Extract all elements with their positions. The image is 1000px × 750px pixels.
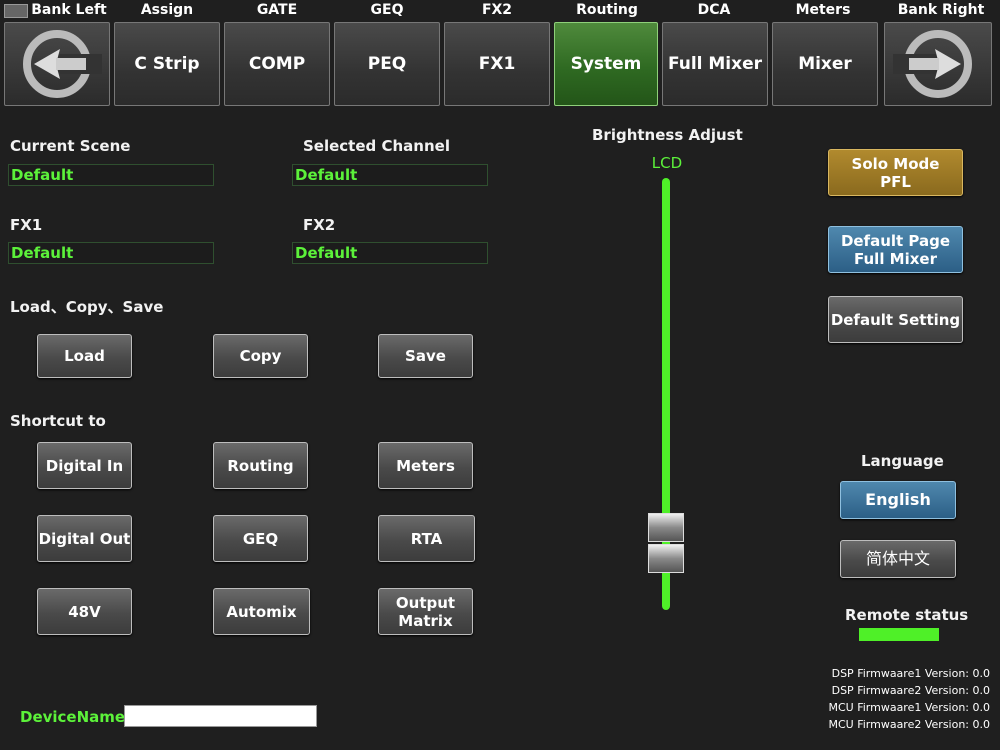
nav-label-gate: GATE: [256, 2, 298, 18]
shortcut-automix-button[interactable]: Automix: [213, 588, 310, 635]
solo-mode-button[interactable]: Solo Mode PFL: [828, 149, 963, 196]
tab-mixer[interactable]: Mixer: [772, 22, 878, 106]
brightness-title: Brightness Adjust: [592, 126, 743, 144]
shortcut-digital-out-button[interactable]: Digital Out: [37, 515, 132, 562]
default-page-line1: Default Page: [840, 231, 951, 250]
nav-label-fx2: FX2: [481, 2, 513, 18]
shortcut-48v-button[interactable]: 48V: [37, 588, 132, 635]
current-scene-label: Current Scene: [10, 137, 131, 155]
solo-mode-line2: PFL: [880, 172, 911, 191]
save-button[interactable]: Save: [378, 334, 473, 378]
shortcut-rta-button[interactable]: RTA: [378, 515, 475, 562]
load-button[interactable]: Load: [37, 334, 132, 378]
nav-label-routing: Routing: [576, 2, 638, 18]
tab-c-strip[interactable]: C Strip: [114, 22, 220, 106]
firmware-dsp2: DSP Firmwaare2 Version: 0.0: [831, 684, 990, 697]
nav-label-dca: DCA: [697, 2, 731, 18]
language-chinese-button[interactable]: 简体中文: [840, 540, 956, 578]
tab-system[interactable]: System: [554, 22, 658, 106]
shortcut-routing-button[interactable]: Routing: [213, 442, 308, 489]
bank-right-icon: [893, 30, 972, 98]
firmware-dsp1: DSP Firmwaare1 Version: 0.0: [831, 667, 990, 680]
default-setting-button[interactable]: Default Setting: [828, 296, 963, 343]
current-scene-field: Default: [8, 164, 214, 186]
default-page-line2: Full Mixer: [854, 249, 937, 268]
nav-label-geq: GEQ: [370, 2, 404, 18]
device-name-label: DeviceName: [20, 708, 126, 726]
selected-channel-field: Default: [292, 164, 488, 186]
default-page-button[interactable]: Default Page Full Mixer: [828, 226, 963, 273]
language-title: Language: [861, 452, 944, 470]
nav-label-bank-right: Bank Right: [897, 2, 985, 18]
fx2-field: Default: [292, 242, 488, 264]
tab-fx1[interactable]: FX1: [444, 22, 550, 106]
shortcut-output-matrix-button[interactable]: Output Matrix: [378, 588, 473, 635]
nav-label-meters: Meters: [795, 2, 851, 18]
remote-status-indicator: [859, 628, 939, 641]
fx1-field: Default: [8, 242, 214, 264]
corner-indicator: [4, 4, 28, 18]
bank-left-button[interactable]: [4, 22, 110, 106]
language-english-button[interactable]: English: [840, 481, 956, 519]
lcd-label: LCD: [651, 154, 683, 172]
device-name-input[interactable]: [124, 705, 317, 727]
remote-status-title: Remote status: [845, 606, 969, 624]
tab-comp[interactable]: COMP: [224, 22, 330, 106]
shortcut-meters-button[interactable]: Meters: [378, 442, 473, 489]
nav-label-assign: Assign: [140, 2, 194, 18]
firmware-mcu1: MCU Firmwaare1 Version: 0.0: [828, 701, 990, 714]
fx2-label: FX2: [303, 216, 336, 234]
shortcut-digital-in-button[interactable]: Digital In: [37, 442, 132, 489]
solo-mode-line1: Solo Mode: [851, 154, 940, 173]
tab-peq[interactable]: PEQ: [334, 22, 440, 106]
load-copy-save-title: Load、Copy、Save: [10, 298, 164, 316]
selected-channel-label: Selected Channel: [303, 137, 450, 155]
copy-button[interactable]: Copy: [213, 334, 308, 378]
fx1-label: FX1: [10, 216, 43, 234]
shortcut-geq-button[interactable]: GEQ: [213, 515, 308, 562]
bank-right-button[interactable]: [884, 22, 992, 106]
brightness-fader-knob[interactable]: [648, 513, 684, 573]
shortcut-title: Shortcut to: [10, 412, 106, 430]
bank-left-icon: [23, 30, 102, 98]
nav-label-bank-left: Bank Left: [31, 2, 107, 18]
firmware-mcu2: MCU Firmwaare2 Version: 0.0: [828, 718, 990, 731]
tab-full-mixer[interactable]: Full Mixer: [662, 22, 768, 106]
